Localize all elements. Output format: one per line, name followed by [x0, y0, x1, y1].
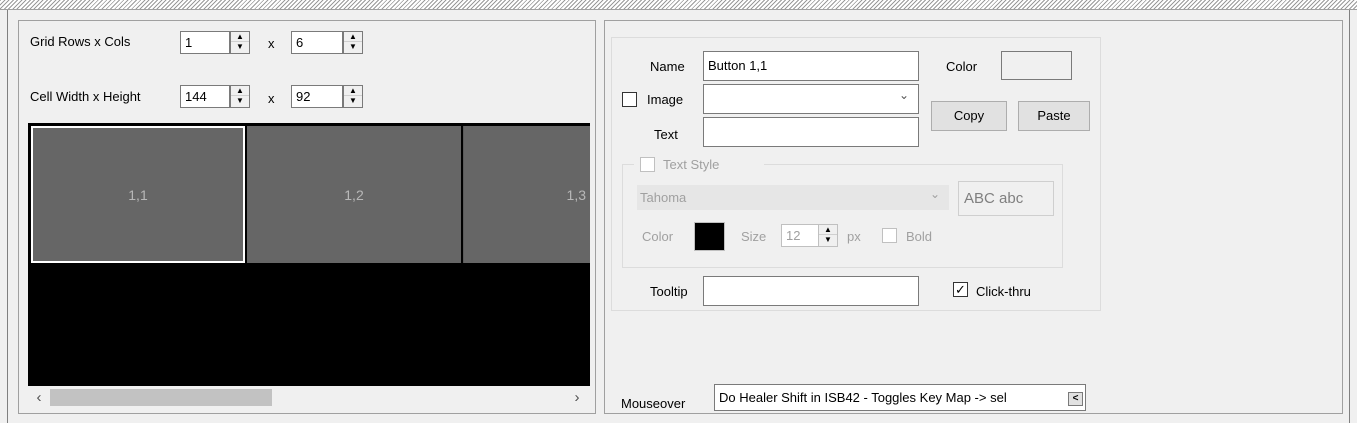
copy-button[interactable]: Copy — [931, 101, 1007, 131]
paste-button[interactable]: Paste — [1018, 101, 1090, 131]
grid-rows-input[interactable]: 1 — [180, 31, 230, 54]
grid-cols-spinner[interactable]: ▲ ▼ — [343, 31, 363, 54]
spin-up-icon[interactable]: ▲ — [344, 86, 362, 96]
button-color-swatch[interactable] — [1001, 51, 1072, 80]
scroll-left-icon[interactable]: ‹ — [30, 388, 48, 407]
text-label: Text — [654, 127, 678, 142]
right-border-line — [1349, 10, 1350, 423]
cell-height-spinner[interactable]: ▲ ▼ — [343, 85, 363, 108]
scroll-right-icon[interactable]: › — [568, 388, 586, 407]
image-select[interactable] — [703, 84, 919, 114]
image-label: Image — [647, 92, 684, 107]
grid-cell[interactable]: 1,3 — [463, 126, 590, 263]
spin-up-icon[interactable]: ▲ — [231, 86, 249, 96]
grid-preview-canvas: 1,1 1,2 1,3 — [28, 123, 590, 386]
spin-down-icon[interactable]: ▼ — [344, 96, 362, 106]
spin-down-icon[interactable]: ▼ — [819, 235, 837, 245]
checkmark-icon: ✓ — [955, 282, 966, 297]
grid-cols-input[interactable]: 6 — [291, 31, 343, 54]
clickthru-checkbox[interactable]: ✓ — [953, 282, 968, 297]
cell-width-input[interactable]: 144 — [180, 85, 230, 108]
bold-label: Bold — [906, 229, 933, 244]
window-top-border — [0, 0, 1357, 10]
name-label: Name — [650, 59, 685, 74]
spin-down-icon[interactable]: ▼ — [231, 96, 249, 106]
spin-down-icon[interactable]: ▼ — [231, 42, 249, 52]
x-separator: x — [268, 36, 275, 51]
cell-width-spinner[interactable]: ▲ ▼ — [230, 85, 250, 108]
clickthru-label: Click-thru — [976, 284, 1031, 299]
tooltip-label: Tooltip — [650, 284, 688, 299]
text-input[interactable] — [703, 117, 919, 147]
scrollbar-thumb[interactable] — [50, 389, 272, 406]
font-preview: ABC abc — [958, 181, 1054, 216]
cell-height-input[interactable]: 92 — [291, 85, 343, 108]
chevron-down-icon: ⌄ — [899, 88, 910, 102]
image-checkbox[interactable] — [622, 92, 637, 107]
name-input[interactable]: Button 1,1 — [703, 51, 919, 81]
grid-horizontal-scrollbar[interactable]: ‹ › — [28, 386, 590, 409]
font-select[interactable]: Tahoma — [637, 185, 949, 210]
text-color-swatch[interactable] — [694, 222, 725, 251]
spin-up-icon[interactable]: ▲ — [344, 32, 362, 42]
cell-size-label: Cell Width x Height — [30, 89, 141, 104]
grid-rows-cols-label: Grid Rows x Cols — [30, 34, 131, 49]
spin-down-icon[interactable]: ▼ — [344, 42, 362, 52]
text-color-label: Color — [642, 229, 674, 244]
mouseover-input[interactable]: Do Healer Shift in ISB42 - Toggles Key M… — [714, 384, 1086, 411]
size-input[interactable]: 12 — [781, 224, 819, 247]
more-icon[interactable]: < — [1068, 392, 1083, 406]
text-style-group — [622, 164, 1063, 268]
spin-up-icon[interactable]: ▲ — [819, 225, 837, 235]
text-style-checkbox[interactable] — [640, 157, 655, 172]
text-style-label: Text Style — [663, 157, 720, 172]
spin-up-icon[interactable]: ▲ — [231, 32, 249, 42]
chevron-down-icon: ⌄ — [930, 187, 941, 201]
font-select-value: Tahoma — [640, 190, 687, 205]
bold-checkbox[interactable] — [882, 228, 897, 243]
left-border-line — [7, 10, 8, 423]
tooltip-input[interactable] — [703, 276, 919, 306]
size-spinner[interactable]: ▲ ▼ — [818, 224, 838, 247]
px-unit-label: px — [847, 229, 861, 244]
color-label: Color — [946, 59, 978, 74]
x-separator: x — [268, 91, 275, 106]
size-label: Size — [741, 229, 767, 244]
grid-cell[interactable]: 1,1 — [31, 126, 245, 263]
mouseover-label: Mouseover — [621, 396, 686, 411]
grid-cell[interactable]: 1,2 — [247, 126, 461, 263]
grid-rows-spinner[interactable]: ▲ ▼ — [230, 31, 250, 54]
